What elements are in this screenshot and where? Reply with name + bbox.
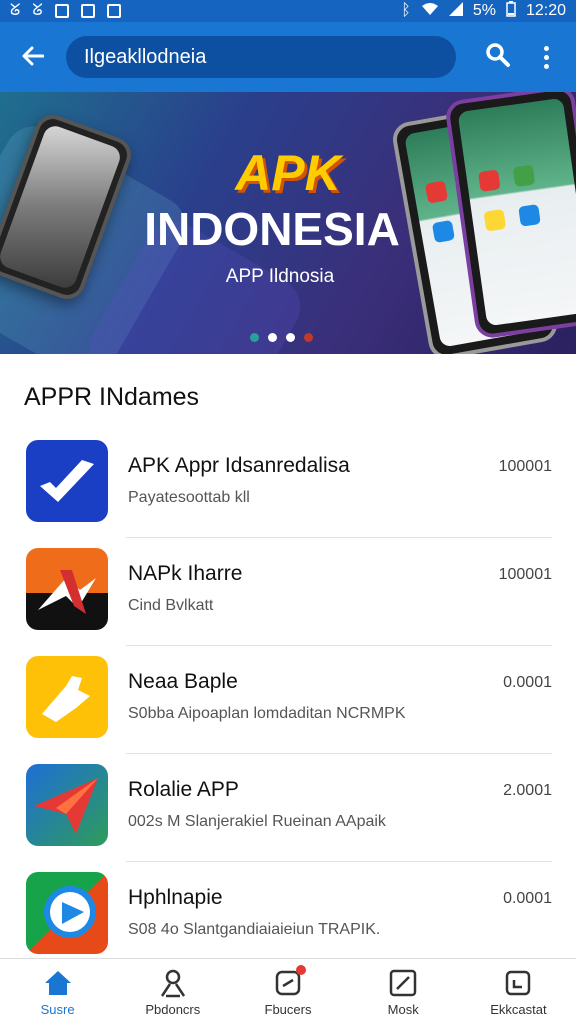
section-title: APPR INdames: [24, 383, 200, 411]
list-item[interactable]: Rolalie APP 002s M Slanjerakiel Rueinan …: [0, 754, 576, 862]
nav-profile[interactable]: Pbdoncrs: [115, 959, 230, 1024]
banner-logo: APK: [235, 145, 341, 201]
carousel-dot[interactable]: [286, 333, 295, 342]
clock: 12:20: [525, 2, 566, 19]
list-item[interactable]: APK Appr Idsanredalisa Payatesoottab kll…: [0, 430, 576, 538]
back-button[interactable]: [0, 22, 66, 92]
search-input[interactable]: Ilgeakllodneia: [66, 36, 456, 78]
nav-updates[interactable]: Fbucers: [230, 959, 345, 1024]
battery-text: 5%: [472, 2, 496, 19]
edit-icon: [387, 967, 419, 999]
person-icon: [157, 967, 189, 999]
nav-label: Ekkcastat: [490, 1001, 547, 1017]
app-count: 100001: [498, 458, 552, 475]
app-name: NAPk Iharre: [128, 562, 243, 585]
list-item[interactable]: NAPk Iharre Cind Bvlkatt 100001: [0, 538, 576, 646]
app-count: 2.0001: [503, 782, 552, 799]
list-item[interactable]: Neaa Baple S0bba Aipoaplan lomdaditan NC…: [0, 646, 576, 754]
nav-home[interactable]: Susre: [0, 959, 115, 1024]
bottom-nav: Susre Pbdoncrs Fbucers Mosk Ekkcastat: [0, 958, 576, 1024]
banner-title: INDONESIA: [144, 203, 400, 255]
wifi-icon: [421, 2, 439, 21]
app-list: APK Appr Idsanredalisa Payatesoottab kll…: [0, 430, 576, 970]
g-icon: ᘜ: [10, 2, 21, 19]
app-subtitle: 002s M Slanjerakiel Rueinan AApaik: [128, 813, 386, 830]
app-subtitle: Payatesoottab kll: [128, 489, 250, 506]
search-button[interactable]: [470, 22, 526, 92]
orange-star-icon: [26, 548, 108, 630]
nav-account[interactable]: Ekkcastat: [461, 959, 576, 1024]
app-count: 0.0001: [503, 890, 552, 907]
nav-label: Pbdoncrs: [145, 1001, 201, 1017]
app-subtitle: Cind Bvlkatt: [128, 597, 214, 614]
app-count: 0.0001: [503, 674, 552, 691]
battery-icon: [506, 0, 516, 22]
back-arrow-icon: [22, 40, 45, 74]
app-subtitle: S0bba Aipoaplan lomdaditan NCRMPK: [128, 705, 406, 722]
notification-badge: [296, 964, 306, 975]
more-vert-icon[interactable]: [526, 22, 566, 92]
promo-banner[interactable]: APK INDONESIA APP Ildnosia: [0, 92, 576, 354]
paper-plane-icon: [26, 764, 108, 846]
app-subtitle: S08 4o Slantgandiaiaieiun TRAPIK.: [128, 921, 381, 938]
app-name: APK Appr Idsanredalisa: [128, 454, 350, 477]
home-icon: [42, 967, 74, 999]
banner-subtitle: APP Ildnosia: [225, 266, 335, 287]
search-icon: [485, 42, 511, 73]
image-icon: [54, 4, 69, 18]
carousel-dot[interactable]: [268, 333, 277, 342]
status-notifications: ᘜ ᘜ: [10, 2, 121, 20]
app-bar: Ilgeakllodneia: [0, 22, 576, 92]
nav-edit[interactable]: Mosk: [346, 959, 461, 1024]
app-name: Rolalie APP: [128, 778, 239, 801]
download-icon: [272, 964, 306, 999]
carousel-dot[interactable]: [250, 333, 259, 342]
image-icon: [106, 4, 121, 18]
nav-label: Fbucers: [264, 1001, 312, 1017]
carousel-dot[interactable]: [304, 333, 313, 342]
calendar-icon: [502, 967, 534, 999]
app-name: Neaa Baple: [128, 670, 238, 693]
app-name: Hphlnapie: [128, 886, 223, 909]
list-item[interactable]: Hphlnapie S08 4o Slantgandiaiaieiun TRAP…: [0, 862, 576, 970]
image-icon: [80, 4, 95, 18]
nav-label: Mosk: [387, 1001, 419, 1017]
g-icon: ᘜ: [32, 2, 43, 19]
bluetooth-icon: ᛒ: [401, 2, 411, 19]
status-bar: ᘜ ᘜ ᛒ 5% 12:20: [0, 0, 576, 22]
status-system: ᛒ 5% 12:20: [401, 0, 566, 22]
app-count: 100001: [498, 566, 552, 583]
carousel-dots[interactable]: [250, 333, 313, 342]
chat-bubble-icon: [26, 872, 108, 954]
yellow-hand-icon: [26, 656, 108, 738]
signal-icon: [448, 1, 463, 21]
nav-label: Susre: [40, 1001, 75, 1017]
blue-check-icon: [26, 440, 108, 522]
